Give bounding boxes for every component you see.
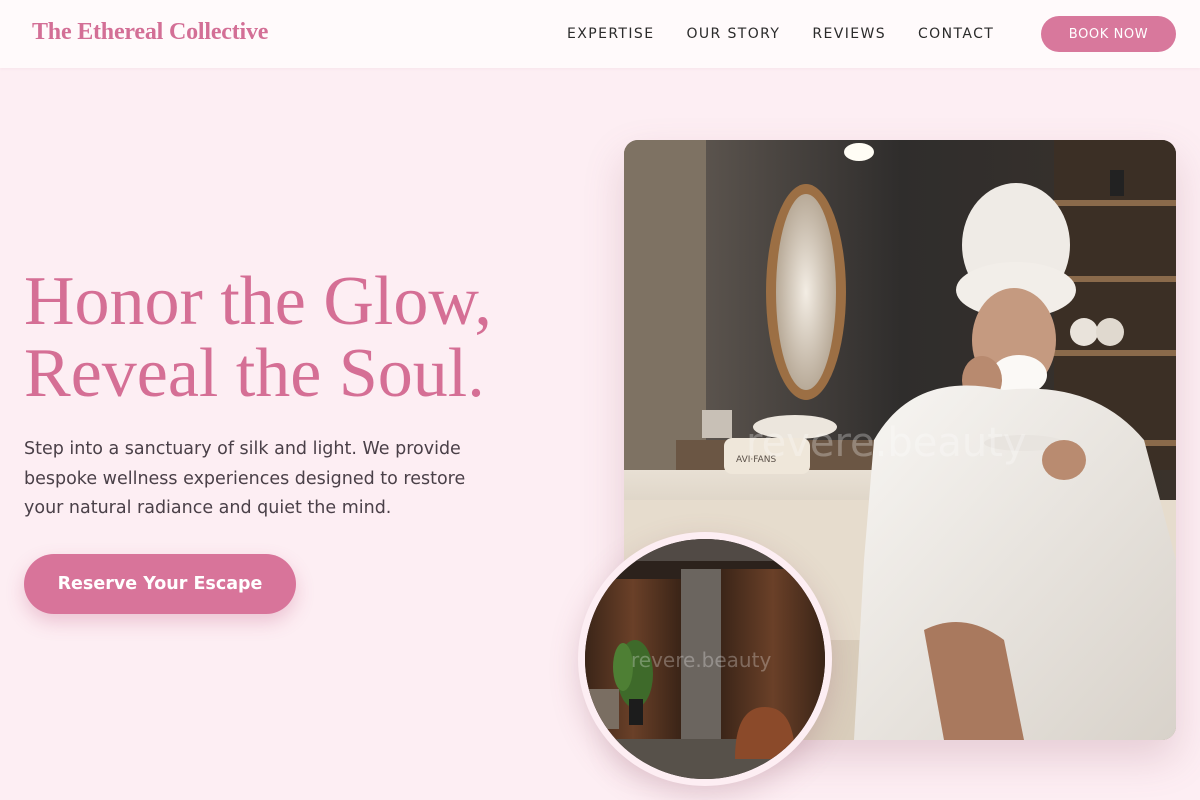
hero-headline: Honor the Glow, Reveal the Soul. [24,266,584,410]
book-now-button[interactable]: BOOK NOW [1041,16,1176,52]
site-header: The Ethereal Collective EXPERTISE OUR ST… [0,0,1200,68]
lounge-photo-circle: revere.beauty [578,532,832,786]
nav-link-expertise[interactable]: EXPERTISE [567,24,654,44]
brand-logo[interactable]: The Ethereal Collective [32,19,268,46]
nav-link-our-story[interactable]: OUR STORY [686,24,780,44]
circle-image-watermark: revere.beauty [631,648,771,672]
nav-link-reviews[interactable]: REVIEWS [812,24,886,44]
hero-description: Step into a sanctuary of silk and light.… [24,439,466,518]
main-image-watermark: revere.beauty [746,420,1027,466]
reserve-escape-button[interactable]: Reserve Your Escape [24,554,296,614]
nav-link-contact[interactable]: CONTACT [918,24,994,44]
headline-line-2: Reveal the Soul. [24,335,485,412]
main-nav: EXPERTISE OUR STORY REVIEWS CONTACT [567,24,1026,44]
headline-line-1: Honor the Glow, [24,263,492,340]
